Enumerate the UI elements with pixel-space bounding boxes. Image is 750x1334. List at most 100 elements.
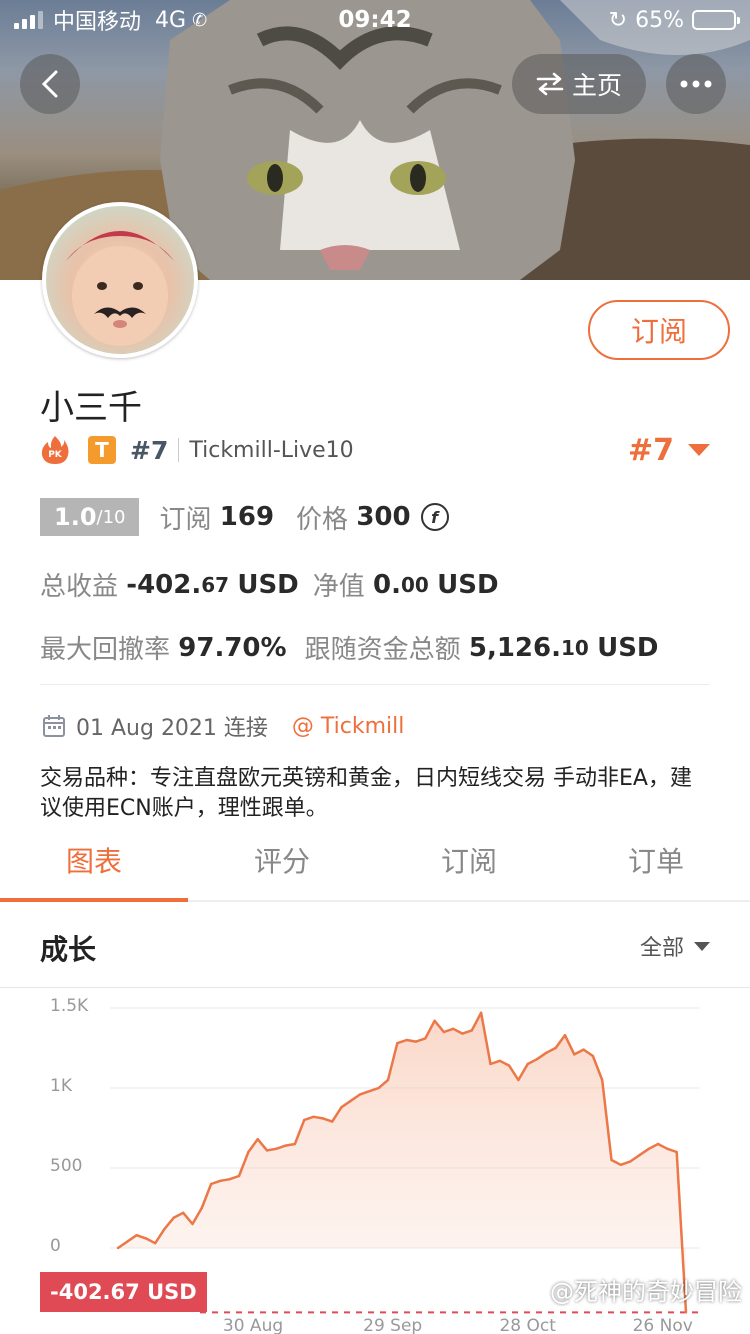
data-point — [228, 1178, 231, 1181]
data-point — [247, 1150, 250, 1154]
data-point — [666, 1147, 669, 1150]
stat-row-score: 1.0/10 订阅 169 价格 300 f — [40, 498, 449, 536]
equity-int: 0. — [373, 569, 402, 600]
data-point — [489, 1062, 492, 1066]
rank-dropdown[interactable]: #7 — [628, 433, 710, 468]
equity-unit: USD — [437, 569, 499, 600]
score-value: 1.0 — [54, 503, 97, 531]
data-point — [293, 1142, 297, 1146]
calendar-icon — [43, 715, 65, 737]
status-bar: 中国移动 4G ✆ 09:42 ↻ 65% — [0, 0, 750, 40]
connection-meta: 01 Aug 2021 连接 @ Tickmill — [42, 710, 404, 742]
data-point — [638, 1154, 641, 1157]
drawdown-value: 97.70% — [178, 632, 287, 663]
current-value-tag: -402.67 USD — [40, 1272, 207, 1312]
tab-chart[interactable]: 图表 — [0, 840, 188, 880]
rank-small: #7 — [130, 435, 169, 465]
data-point — [209, 1182, 213, 1186]
data-point — [628, 1160, 632, 1163]
score-max: /10 — [96, 506, 126, 528]
divider — [40, 684, 710, 685]
data-point — [433, 1019, 436, 1022]
triangle-down-icon — [688, 444, 710, 456]
data-point — [563, 1034, 567, 1037]
data-point — [377, 1086, 380, 1090]
data-point — [414, 1040, 418, 1043]
data-point — [116, 1246, 120, 1250]
growth-title: 成长 — [40, 933, 97, 966]
home-button[interactable]: 主页 — [512, 54, 646, 114]
home-button-label: 主页 — [571, 71, 622, 100]
stat-row-drawdown: 最大回撤率 97.70% 跟随资金总额 5,126. 10 USD — [40, 629, 659, 666]
back-button[interactable] — [20, 54, 80, 114]
x-tick-label: 28 Oct — [499, 1316, 556, 1334]
data-point — [498, 1059, 501, 1062]
subscribe-count-label: 订阅 — [159, 504, 212, 535]
data-point — [517, 1078, 520, 1082]
data-point — [172, 1216, 176, 1219]
data-point — [396, 1042, 399, 1045]
data-point — [256, 1138, 259, 1141]
data-point — [600, 1078, 604, 1082]
data-point — [163, 1227, 166, 1230]
data-point — [591, 1054, 595, 1058]
data-point — [405, 1038, 408, 1042]
data-point — [181, 1211, 185, 1214]
y-tick-label: 1.5K — [50, 996, 89, 1016]
pk-badge-text: PK — [48, 450, 63, 460]
x-tick-label: 29 Sep — [363, 1316, 423, 1334]
data-point — [442, 1030, 446, 1034]
data-point — [610, 1158, 613, 1162]
chevron-left-icon — [41, 70, 58, 98]
data-point — [312, 1115, 315, 1118]
strategy-description: 交易品种：专注直盘欧元英镑和黄金，日内短线交易 手动非EA，建议使用ECN账户，… — [40, 766, 692, 821]
data-point — [675, 1150, 678, 1154]
equity-dec: 00 — [401, 572, 429, 597]
data-point — [144, 1237, 148, 1240]
total-profit-dec: 67 — [201, 572, 230, 597]
data-point — [545, 1051, 548, 1054]
data-point — [535, 1058, 539, 1061]
swap-icon — [536, 72, 564, 96]
data-point — [470, 1029, 474, 1032]
data-point — [126, 1240, 129, 1243]
data-point — [424, 1037, 427, 1040]
broker-account: Tickmill-Live10 — [189, 437, 354, 463]
avatar[interactable] — [42, 202, 198, 358]
stat-row-profit: 总收益 -402. 67 USD 净值 0. 00 USD — [40, 566, 499, 603]
status-time: 09:42 — [338, 7, 412, 33]
data-point — [647, 1147, 650, 1150]
data-point — [582, 1048, 585, 1051]
tab-rating[interactable]: 评分 — [188, 840, 376, 880]
tab-subscribe[interactable]: 订阅 — [375, 840, 563, 880]
growth-area — [118, 1012, 686, 1313]
watermark: @死神的奇妙冒险 — [550, 1278, 742, 1306]
more-options-button[interactable] — [666, 54, 726, 114]
follow-funds-dec: 10 — [560, 635, 589, 660]
data-point — [191, 1222, 194, 1226]
battery-icon — [692, 10, 740, 30]
data-point — [349, 1099, 352, 1102]
data-point — [135, 1234, 138, 1237]
growth-section-header: 成长 全部 — [0, 904, 750, 988]
price-label: 价格 — [296, 504, 349, 535]
data-point — [526, 1062, 529, 1066]
y-tick-label: 1K — [50, 1076, 72, 1096]
data-point — [340, 1106, 343, 1109]
data-point — [237, 1174, 241, 1178]
triangle-down-icon — [694, 941, 710, 951]
follow-funds-unit: USD — [597, 632, 659, 663]
baby-avatar-picture — [66, 231, 174, 346]
data-point — [200, 1206, 204, 1210]
data-point — [358, 1093, 362, 1096]
tab-orders[interactable]: 订单 — [562, 840, 750, 880]
broker-link[interactable]: @ Tickmill — [292, 714, 404, 739]
total-profit-unit: USD — [237, 569, 299, 600]
data-point — [321, 1117, 325, 1120]
data-point — [284, 1144, 287, 1147]
x-tick-label: 30 Aug — [222, 1316, 284, 1334]
subscribe-button[interactable]: 订阅 — [588, 300, 730, 360]
follow-funds-label: 跟随资金总额 — [304, 635, 461, 665]
range-selector[interactable]: 全部 — [640, 930, 710, 962]
tab-bar: 图表 评分 订阅 订单 — [0, 822, 750, 902]
